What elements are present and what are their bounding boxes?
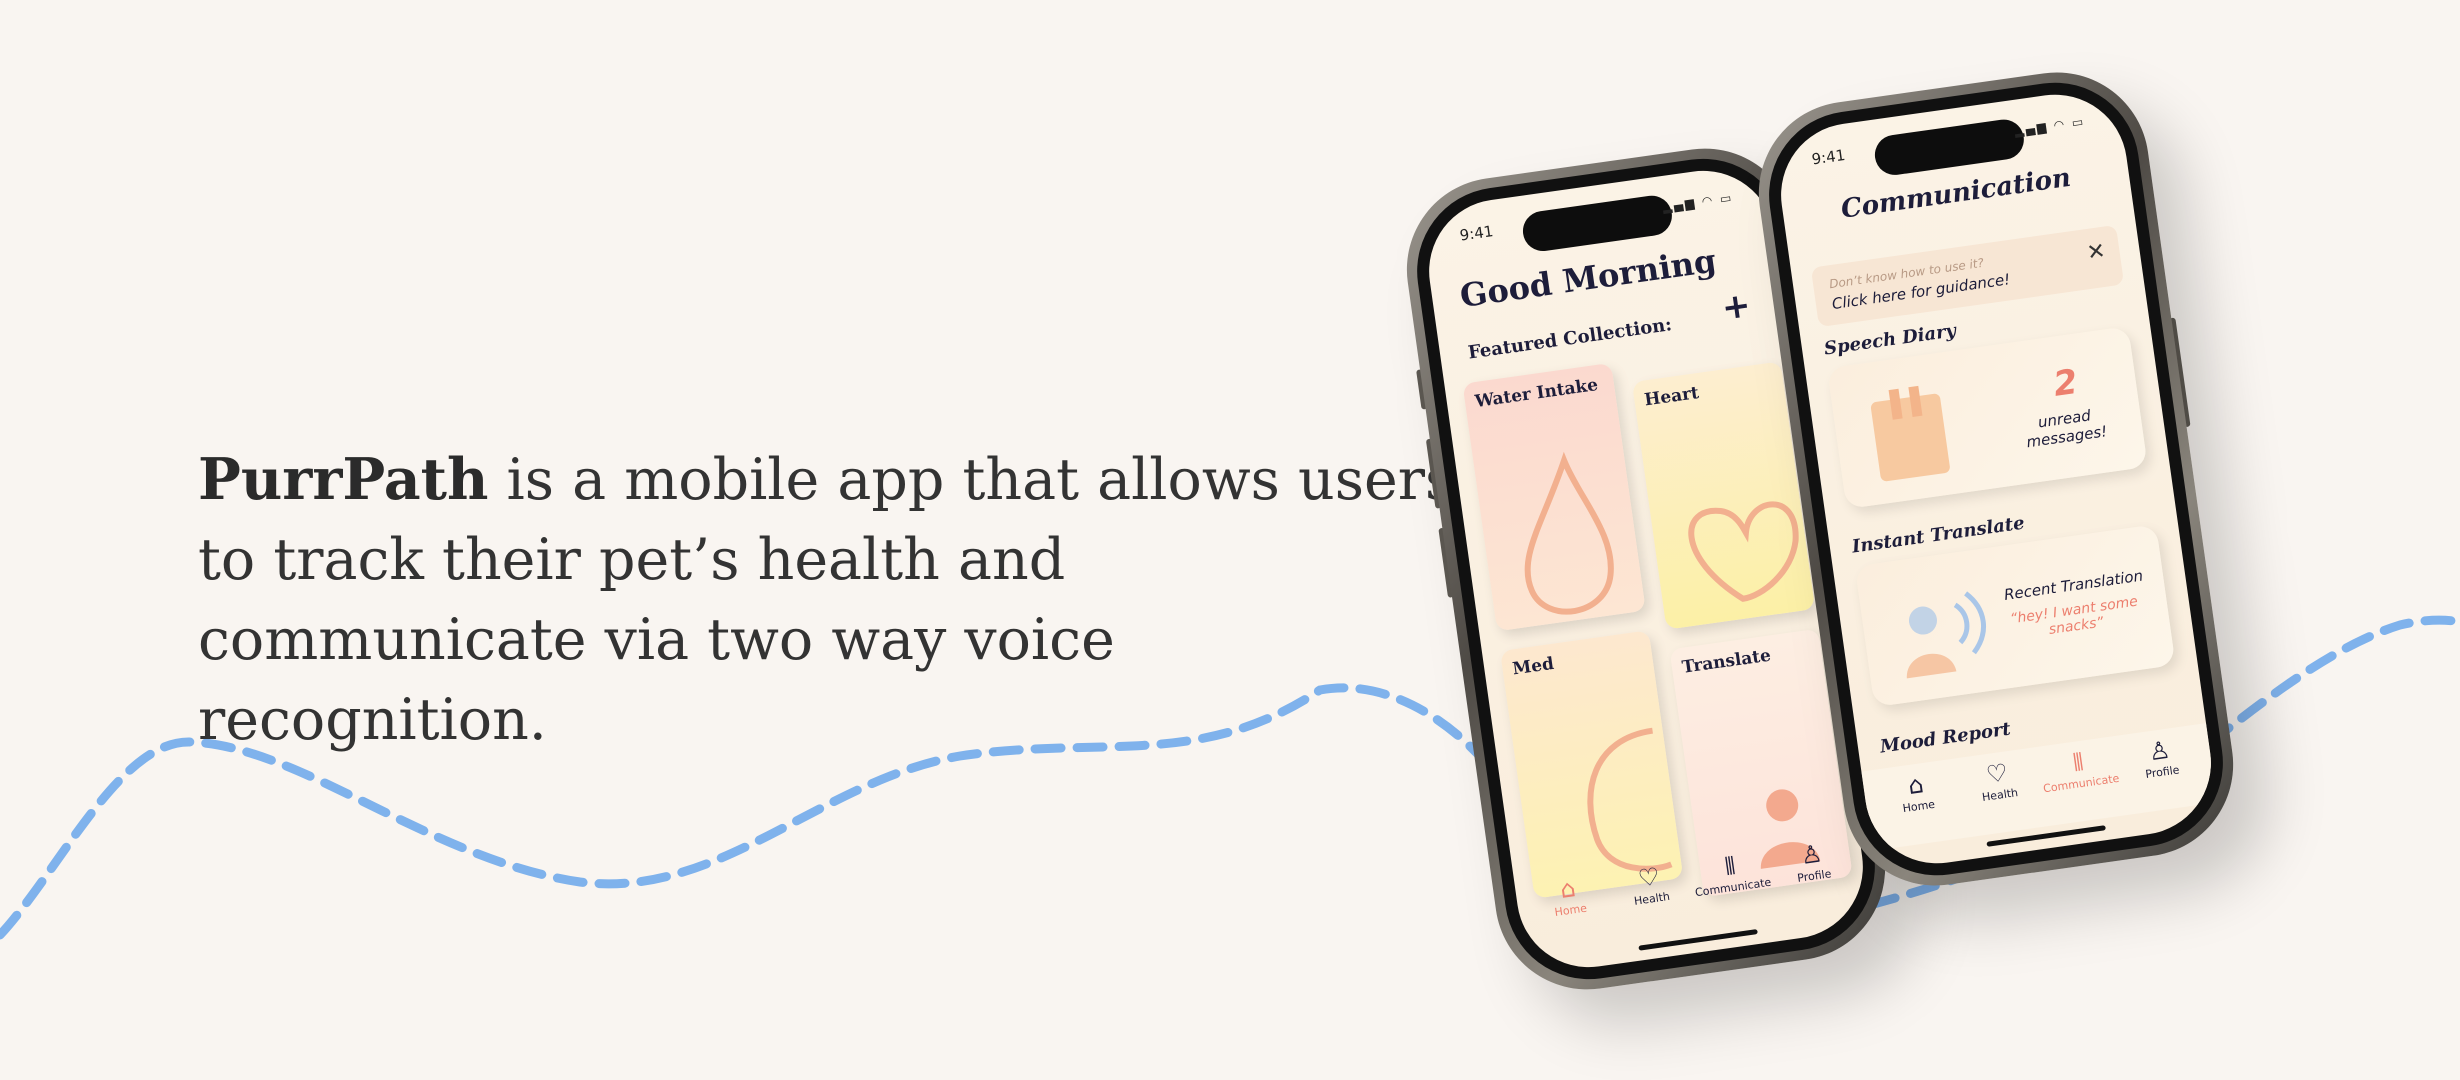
add-icon[interactable]: + — [1719, 285, 1753, 329]
tab-communicate[interactable]: ⦀ Communicate — [2037, 742, 2122, 796]
tab-profile[interactable]: ♙ Profile — [2118, 730, 2203, 784]
card-label: Med — [1511, 653, 1556, 680]
guidance-banner[interactable]: Don’t know how to use it? Click here for… — [1810, 224, 2125, 328]
card-label: Water Intake — [1473, 375, 1600, 413]
brand-name: PurrPath — [198, 446, 489, 513]
recent-translation-quote: “hey! I want some snacks” — [2009, 593, 2139, 639]
close-icon[interactable]: ✕ — [2085, 239, 2107, 266]
page-title: Good Morning — [1457, 241, 1719, 316]
tab-profile[interactable]: ♙ Profile — [1770, 834, 1855, 888]
mood-report-heading: Mood Report — [1878, 718, 2012, 758]
card-water-intake[interactable]: Water Intake — [1462, 362, 1646, 632]
tab-home[interactable]: ⌂ Home — [1526, 869, 1611, 923]
heart-icon — [1688, 501, 1799, 602]
tab-communicate[interactable]: ⦀ Communicate — [1688, 846, 1773, 900]
card-label: Translate — [1680, 645, 1773, 678]
diary-icon — [1870, 385, 1950, 482]
featured-collection-heading: Featured Collection: — [1466, 314, 1674, 364]
unread-count: 2 — [2051, 361, 2081, 405]
tab-health[interactable]: ♡ Health — [1955, 753, 2040, 807]
speech-diary-card[interactable]: 2 unread messages! — [1826, 326, 2148, 510]
speaking-person-icon — [1906, 591, 1986, 679]
status-time: 9:41 — [1458, 222, 1495, 245]
dynamic-island — [1520, 193, 1675, 254]
tab-home[interactable]: ⌂ Home — [1874, 765, 1959, 819]
unread-label: unread messages! — [2025, 406, 2109, 452]
instant-translate-card[interactable]: Recent Translation “hey! I want some sna… — [1854, 524, 2176, 708]
drop-icon — [1524, 451, 1614, 615]
card-label: Heart — [1643, 383, 1701, 411]
status-time: 9:41 — [1810, 145, 1847, 169]
headline: PurrPath is a mobile app that allows use… — [198, 440, 1458, 760]
status-icons: ▂▄▆ ◠ ▭ — [2013, 114, 2087, 138]
tab-health[interactable]: ♡ Health — [1607, 857, 1692, 911]
dynamic-island — [1872, 117, 2027, 178]
status-icons: ▂▄▆ ◠ ▭ — [1661, 190, 1735, 215]
